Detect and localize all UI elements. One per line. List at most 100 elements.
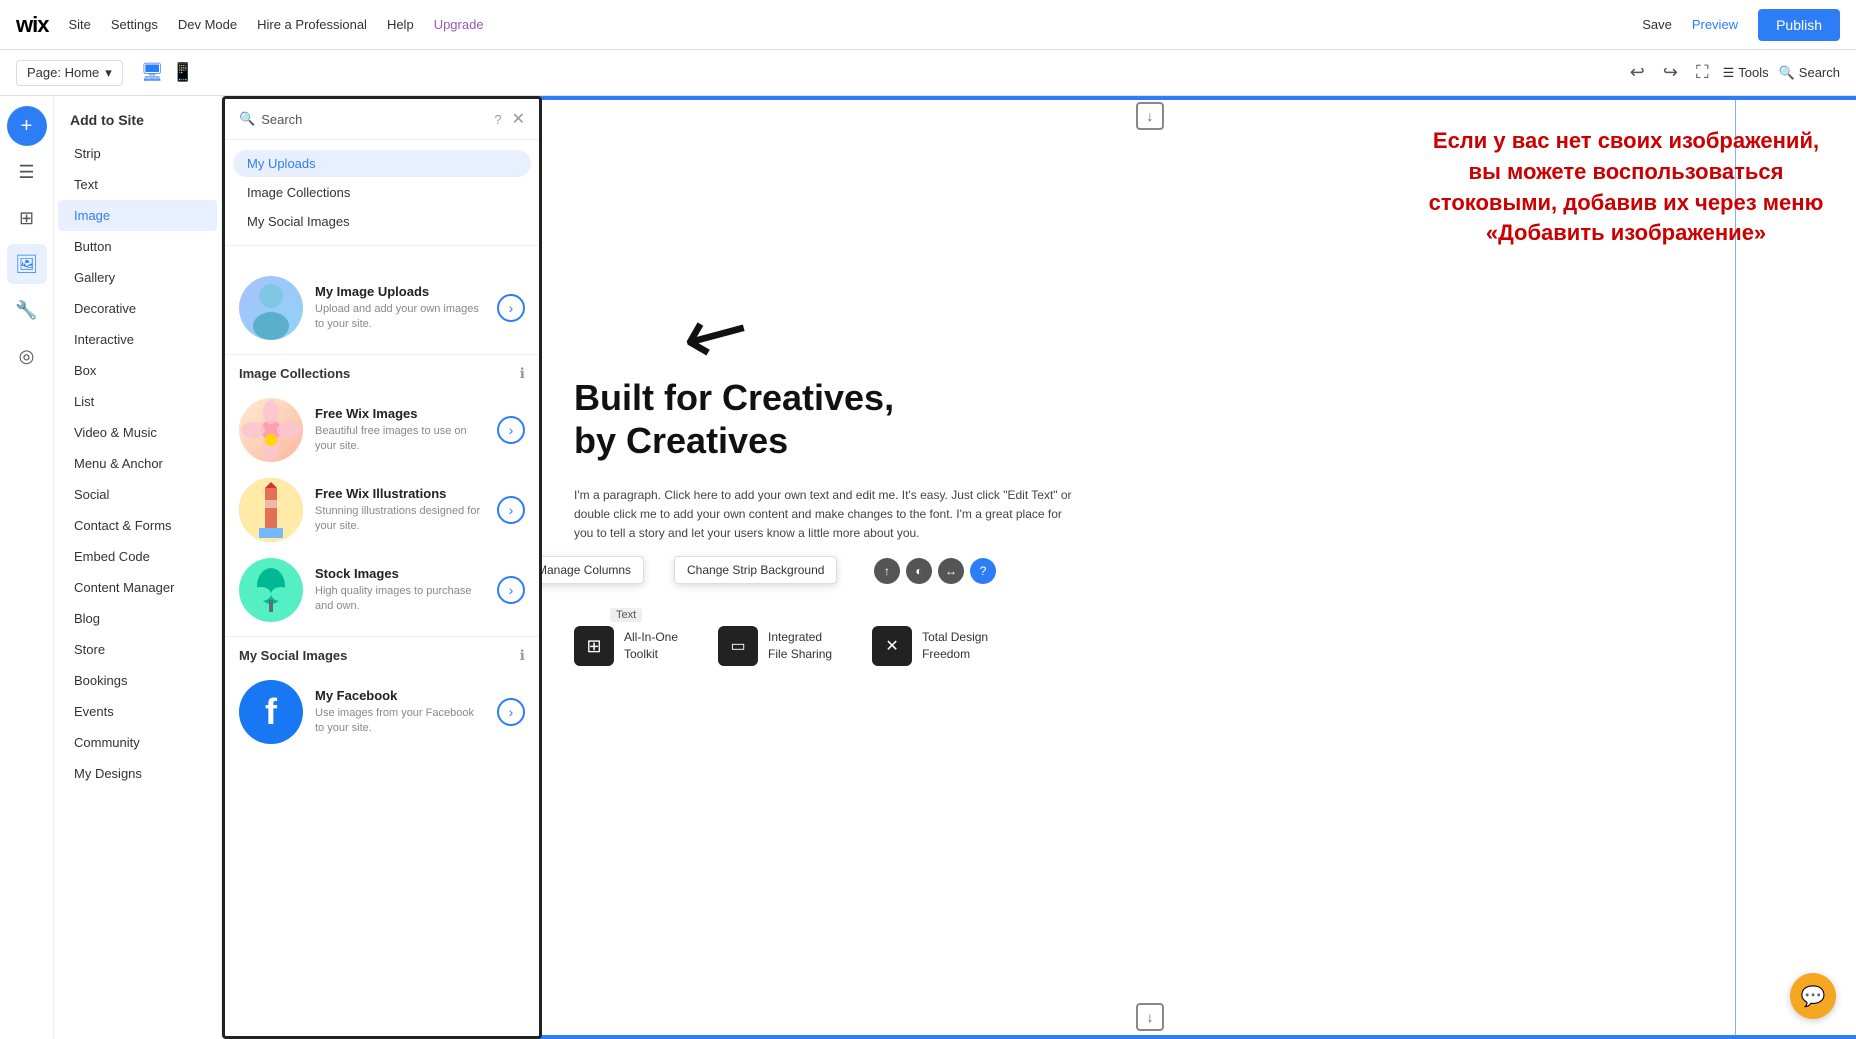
nav-site[interactable]: Site [68,17,90,32]
image-name-free-wix: Free Wix Images [315,406,485,421]
add-element-button[interactable]: + [7,106,47,146]
tools-button[interactable]: ☰ Tools [1723,65,1769,81]
panel-item-box[interactable]: Box [58,355,217,386]
thumb-facebook: f [239,680,303,744]
bottom-indicator[interactable]: ↓ [1136,1003,1164,1031]
panel-item-blog[interactable]: Blog [58,603,217,634]
section-header-uploads [225,256,539,268]
panel-search-row[interactable]: 🔍 Search [239,111,302,127]
image-desc-stock: High quality images to purchase and own. [315,584,485,615]
desktop-icon[interactable]: 🖥 [141,62,164,83]
feature-item-2: ▭ IntegratedFile Sharing [718,626,832,666]
image-item-my-uploads[interactable]: My Image Uploads Upload and add your own… [225,268,539,348]
second-bar: Page: Home ▾ 🖥 📱 ↩ ↪ ⛶ ☰ Tools 🔍 Search [0,50,1856,96]
arrow-facebook[interactable]: › [497,698,525,726]
panel-item-decorative[interactable]: Decorative [58,293,217,324]
canvas-inner: ↓ Если у вас нет своих изображений, вы м… [444,96,1856,1039]
section-header-social: My Social Images ℹ [225,643,539,672]
manage-columns-popup[interactable]: Manage Columns [524,556,644,584]
thumb-lighthouse [239,478,303,542]
panel-item-strip[interactable]: Strip [58,138,217,169]
section-header-collections: Image Collections ℹ [225,361,539,390]
float-icon-help[interactable]: ? [970,558,996,584]
panel-item-embed[interactable]: Embed Code [58,541,217,572]
feature-icon-1: ⊞ [574,626,614,666]
undo-button[interactable]: ↩ [1626,58,1649,87]
change-strip-popup[interactable]: Change Strip Background [674,556,837,584]
publish-button[interactable]: Publish [1758,9,1840,41]
blocks-icon[interactable]: ⊞ [7,198,47,238]
search-button[interactable]: 🔍 Search [1779,65,1840,81]
image-item-illustrations[interactable]: Free Wix Illustrations Stunning illustra… [225,470,539,550]
feature-label-3: Total DesignFreedom [922,629,988,663]
image-item-free-wix[interactable]: Free Wix Images Beautiful free images to… [225,390,539,470]
arrow-my-uploads[interactable]: › [497,294,525,322]
save-button[interactable]: Save [1642,17,1672,32]
nav-settings[interactable]: Settings [111,17,158,32]
nav-help[interactable]: Help [387,17,414,32]
panel-item-gallery[interactable]: Gallery [58,262,217,293]
mobile-icon[interactable]: 📱 [172,62,194,83]
float-icon-1[interactable]: ↑ [874,558,900,584]
arrow-stock[interactable]: › [497,576,525,604]
feature-icon-3: ✕ [872,626,912,666]
feature-item-3: ✕ Total DesignFreedom [872,626,988,666]
image-panel-header: 🔍 Search ? ✕ [225,99,539,140]
panel-item-social[interactable]: Social [58,479,217,510]
image-item-facebook[interactable]: f My Facebook Use images from your Faceb… [225,672,539,752]
chat-bubble[interactable]: 💬 [1790,973,1836,1019]
device-icons: 🖥 📱 [141,62,194,83]
tab-image-collections[interactable]: Image Collections [233,179,531,206]
image-info-my-uploads: My Image Uploads Upload and add your own… [315,284,485,333]
pages-icon[interactable]: ☰ [7,152,47,192]
panel-item-events[interactable]: Events [58,696,217,727]
panel-item-video[interactable]: Video & Music [58,417,217,448]
image-item-stock[interactable]: Stock Images High quality images to purc… [225,550,539,630]
nav-hire[interactable]: Hire a Professional [257,17,367,32]
preview-button[interactable]: Preview [1692,17,1738,32]
image-name-my-uploads: My Image Uploads [315,284,485,299]
image-info-stock: Stock Images High quality images to purc… [315,566,485,615]
elements-icon[interactable]: 🖼 [7,244,47,284]
big-arrow: ↙ [665,275,770,389]
redo-button[interactable]: ↪ [1659,58,1682,87]
image-panel: 🔍 Search ? ✕ My Uploads Image Collection… [222,96,542,1039]
info-icon-collections[interactable]: ℹ [520,365,525,382]
nav-upgrade[interactable]: Upgrade [434,17,484,32]
panel-item-interactive[interactable]: Interactive [58,324,217,355]
float-icon-3[interactable]: ↔ [938,558,964,584]
arrow-illustrations[interactable]: › [497,496,525,524]
search-icon: 🔍 [239,111,255,127]
site-body: I'm a paragraph. Click here to add your … [574,486,1074,544]
panel-item-image[interactable]: Image [58,200,217,231]
apps-icon[interactable]: 🔧 [7,290,47,330]
panel-item-list[interactable]: List [58,386,217,417]
panel-item-text[interactable]: Text [58,169,217,200]
panel-item-mydesigns[interactable]: My Designs [58,758,217,789]
tab-my-uploads[interactable]: My Uploads [233,150,531,177]
close-icon[interactable]: ✕ [512,109,525,129]
panel-item-cms[interactable]: Content Manager [58,572,217,603]
layers-icon[interactable]: ◎ [7,336,47,376]
canvas-border-bottom [444,1035,1856,1039]
tab-my-social[interactable]: My Social Images [233,208,531,235]
fullscreen-icon[interactable]: ⛶ [1692,58,1713,87]
panel-item-menu[interactable]: Menu & Anchor [58,448,217,479]
info-icon-social[interactable]: ℹ [520,647,525,664]
image-info-facebook: My Facebook Use images from your Faceboo… [315,688,485,737]
float-icon-2[interactable]: ◐ [906,558,932,584]
nav-devmode[interactable]: Dev Mode [178,17,237,32]
help-icon[interactable]: ? [494,112,501,127]
panel-item-store[interactable]: Store [58,634,217,665]
panel-item-bookings[interactable]: Bookings [58,665,217,696]
page-selector[interactable]: Page: Home ▾ [16,60,123,86]
upload-indicator-top[interactable]: ↓ [1136,102,1164,130]
image-name-illustrations: Free Wix Illustrations [315,486,485,501]
panel-title: Add to Site [54,106,221,138]
arrow-free-wix[interactable]: › [497,416,525,444]
canvas-border-top [444,96,1856,100]
panel-item-community[interactable]: Community [58,727,217,758]
feature-item-1: Text ⊞ All-In-OneToolkit [574,626,678,666]
panel-item-button[interactable]: Button [58,231,217,262]
panel-item-contact[interactable]: Contact & Forms [58,510,217,541]
